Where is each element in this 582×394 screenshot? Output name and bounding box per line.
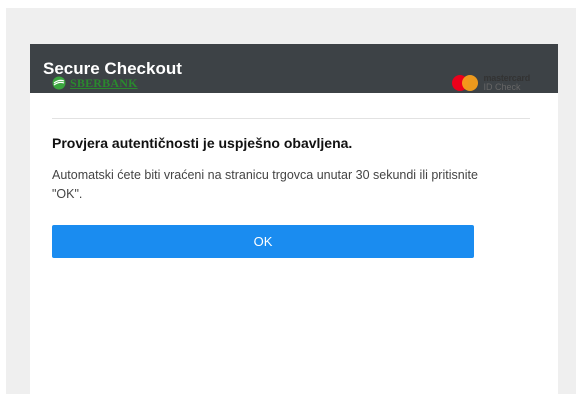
ok-button[interactable]: OK xyxy=(52,225,474,258)
bank-name: SBERBANK xyxy=(70,75,138,90)
mastercard-logo-icon xyxy=(452,75,479,91)
success-heading: Provjera autentičnosti je uspješno obavl… xyxy=(52,135,353,151)
card-program-name: ID Check xyxy=(483,82,521,92)
checkout-modal: Secure Checkout xyxy=(30,44,558,394)
brand-row: SBERBANK mastercard ID Check xyxy=(52,74,530,92)
sberbank-logo: SBERBANK xyxy=(52,76,138,91)
redirect-message: Automatski ćete biti vraćeni na stranicu… xyxy=(52,168,478,201)
sberbank-logo-icon xyxy=(52,76,66,90)
mastercard-id-check-logo: mastercard ID Check xyxy=(452,74,530,92)
divider xyxy=(52,118,530,119)
